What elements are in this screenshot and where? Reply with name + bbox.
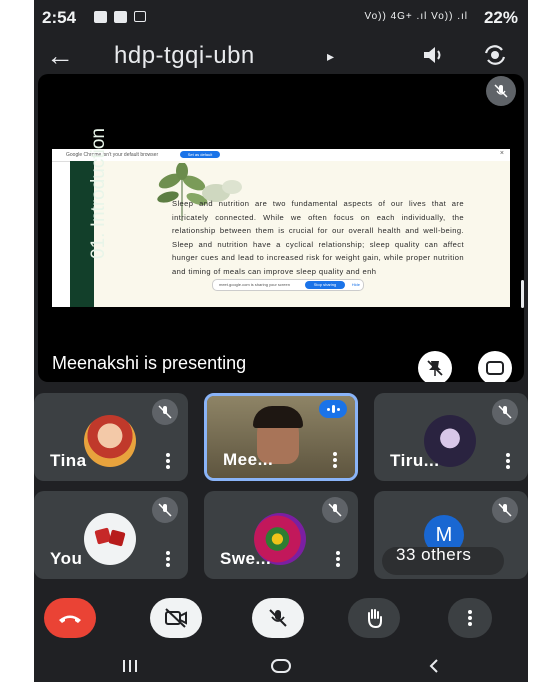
more-options-icon[interactable] bbox=[166, 453, 170, 469]
raise-hand-icon bbox=[368, 609, 382, 629]
camera-off-icon bbox=[165, 608, 187, 628]
slide-title: 01. Introduction bbox=[88, 128, 109, 259]
participant-name: Tina bbox=[50, 451, 87, 470]
set-default-button[interactable]: Set as default bbox=[180, 151, 220, 158]
participant-tile-self[interactable]: You bbox=[34, 491, 188, 579]
mic-off-icon bbox=[152, 497, 178, 523]
raise-hand-button[interactable] bbox=[348, 598, 400, 638]
fullscreen-button[interactable] bbox=[478, 351, 512, 382]
more-options-icon[interactable] bbox=[336, 551, 340, 567]
avatar bbox=[84, 415, 136, 467]
participant-tile[interactable]: Swe... bbox=[204, 491, 358, 579]
status-time: 2:54 bbox=[42, 8, 77, 27]
status-bar: 2:54 Vo)) 4G+ .ıl Vo)) .ıl 22% bbox=[34, 0, 528, 36]
speaking-indicator bbox=[319, 400, 347, 418]
shared-slide: Google Chrome isn't your default browser… bbox=[52, 128, 510, 307]
participant-name: You bbox=[50, 549, 83, 568]
participant-tile[interactable]: Tiru... bbox=[374, 393, 528, 481]
others-count: 33 others bbox=[396, 545, 472, 564]
browser-banner-text: Google Chrome isn't your default browser bbox=[66, 152, 159, 158]
more-options-icon[interactable] bbox=[333, 452, 337, 468]
back-arrow-icon[interactable]: ← bbox=[46, 40, 74, 72]
more-options-icon bbox=[468, 610, 472, 626]
more-options-icon[interactable] bbox=[506, 453, 510, 469]
screen-share-bar: meet.google.com is sharing your screen S… bbox=[212, 279, 364, 291]
mic-off-icon bbox=[322, 497, 348, 523]
scroll-indicator[interactable] bbox=[521, 280, 524, 308]
mic-off-icon bbox=[494, 84, 508, 98]
meeting-code[interactable]: hdp-tgqi-ubn bbox=[114, 42, 255, 70]
home-icon[interactable] bbox=[270, 658, 292, 674]
participant-name: Mee... bbox=[223, 450, 274, 469]
meet-screen: 2:54 Vo)) 4G+ .ıl Vo)) .ıl 22% ← hdp-tgq… bbox=[34, 0, 528, 682]
back-nav-icon[interactable] bbox=[426, 658, 442, 674]
participant-tile[interactable]: Tina bbox=[34, 393, 188, 481]
presenting-label: Meenakshi is presenting bbox=[52, 353, 247, 373]
meeting-info-caret[interactable]: ▸ bbox=[327, 48, 334, 65]
slide-text: Sleep and nutrition are two fundamental … bbox=[172, 199, 464, 276]
participant-tile-speaking[interactable]: Mee... bbox=[204, 393, 358, 481]
screenshot-icon bbox=[134, 11, 146, 22]
unpin-icon bbox=[427, 360, 443, 376]
switch-camera-icon[interactable] bbox=[482, 42, 508, 68]
close-icon[interactable]: × bbox=[500, 150, 504, 157]
signal-indicator: Vo)) 4G+ .ıl Vo)) .ıl bbox=[364, 11, 468, 22]
participant-video-hair bbox=[253, 406, 303, 428]
mic-off-icon bbox=[492, 399, 518, 425]
avatar bbox=[84, 513, 136, 565]
end-call-button[interactable] bbox=[44, 598, 96, 638]
participant-name: Tiru... bbox=[390, 451, 440, 470]
gallery-icon bbox=[114, 11, 127, 23]
presenter-mic-off-indicator bbox=[486, 76, 516, 106]
mic-off-icon bbox=[492, 497, 518, 523]
more-options-icon[interactable] bbox=[166, 551, 170, 567]
presentation-stage: Google Chrome isn't your default browser… bbox=[38, 74, 524, 382]
camera-toggle-button[interactable] bbox=[150, 598, 202, 638]
system-navigation-bar bbox=[34, 650, 528, 682]
hide-button[interactable]: Hide bbox=[352, 282, 360, 287]
battery-level: 22% bbox=[483, 8, 518, 27]
recent-apps-icon[interactable] bbox=[120, 658, 140, 674]
end-call-icon bbox=[59, 615, 81, 623]
notification-icon bbox=[94, 11, 107, 23]
more-options-button[interactable] bbox=[448, 598, 492, 638]
fullscreen-icon bbox=[486, 361, 504, 375]
unpin-button[interactable] bbox=[418, 351, 452, 382]
participant-name: Swe... bbox=[220, 549, 272, 568]
speaker-icon[interactable] bbox=[420, 42, 446, 68]
others-tile[interactable]: M 33 others bbox=[374, 491, 528, 579]
mic-off-icon bbox=[269, 609, 287, 627]
mic-toggle-button[interactable] bbox=[252, 598, 304, 638]
stop-sharing-button[interactable]: Stop sharing bbox=[305, 281, 345, 289]
mic-off-icon bbox=[152, 399, 178, 425]
share-bar-text: meet.google.com is sharing your screen bbox=[219, 282, 290, 287]
